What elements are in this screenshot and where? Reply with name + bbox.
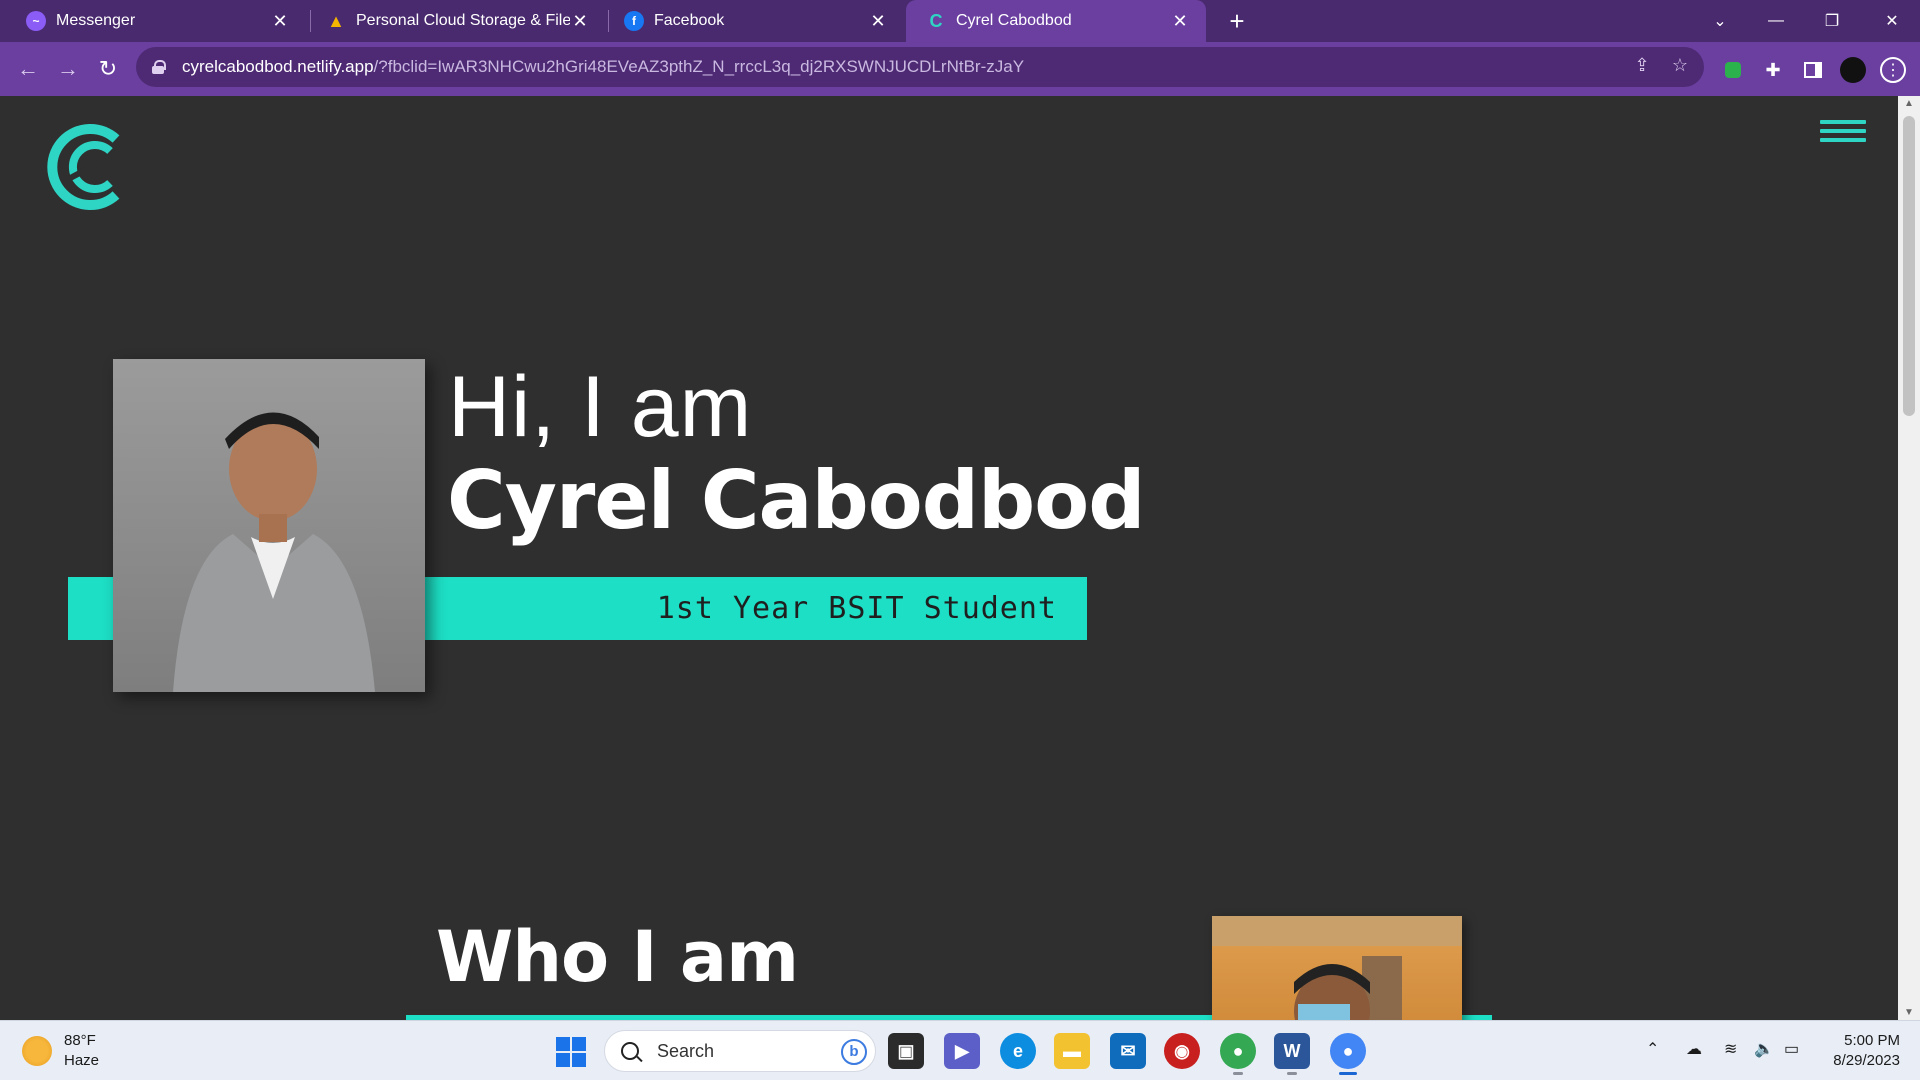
mail-icon[interactable]: ✉ [1110, 1033, 1146, 1069]
extensions-puzzle-icon[interactable]: ✚ [1760, 57, 1786, 83]
file-explorer-icon[interactable]: ▬ [1054, 1033, 1090, 1069]
tab-title: Facebook [654, 12, 725, 29]
task-view-icon[interactable]: ▣ [888, 1033, 924, 1069]
extension-shield-icon[interactable] [1720, 57, 1746, 83]
tab-facebook[interactable]: f Facebook ✕ [598, 0, 904, 42]
show-hidden-icons-chevron[interactable]: ⌃ [1646, 1039, 1659, 1059]
scrollbar-thumb[interactable] [1903, 116, 1915, 416]
side-panel-icon[interactable] [1800, 57, 1826, 83]
vertical-scrollbar[interactable]: ▲ ▼ [1898, 96, 1920, 1020]
close-tab-icon[interactable]: ✕ [868, 11, 888, 32]
tab-title: Messenger [56, 12, 136, 29]
hamburger-menu-icon[interactable] [1820, 120, 1866, 142]
lock-icon[interactable] [152, 60, 166, 74]
weather-widget[interactable]: 88°F Haze [22, 1031, 99, 1071]
address-bar[interactable]: cyrelcabodbod.netlify.app/?fbclid=IwAR3N… [136, 47, 1704, 87]
clock-time: 5:00 PM [1844, 1032, 1900, 1049]
tab-title: Personal Cloud Storage & File Sh [356, 12, 570, 29]
facebook-icon: f [624, 11, 644, 31]
teams-chat-icon[interactable]: ▶ [944, 1033, 980, 1069]
minimize-icon[interactable]: — [1748, 0, 1804, 42]
more-menu-icon[interactable]: ⋮ [1880, 57, 1906, 83]
site-logo-icon[interactable] [44, 121, 128, 213]
edge-browser-icon[interactable]: e [1000, 1033, 1036, 1069]
search-icon [621, 1042, 639, 1060]
google-drive-icon: ▲ [327, 10, 345, 31]
page-viewport: 1st Year BSIT Student Hi, I am Cyrel Cab… [0, 96, 1898, 1020]
profile-photo [113, 359, 425, 692]
tab-cyrel-cabodbod[interactable]: C Cyrel Cabodbod ✕ [906, 0, 1206, 42]
weather-description: Haze [64, 1052, 100, 1069]
greeting-text: Hi, I am [448, 359, 753, 455]
hero-name: Cyrel Cabodbod [447, 454, 1146, 547]
weather-temperature: 88°F [64, 1032, 96, 1049]
reload-icon[interactable]: ↻ [92, 53, 124, 85]
new-tab-button[interactable]: + [1222, 6, 1252, 37]
bookmark-star-icon[interactable]: ☆ [1668, 55, 1692, 79]
haze-sun-icon [22, 1036, 52, 1066]
close-tab-icon[interactable]: ✕ [270, 11, 290, 32]
tab-google-drive[interactable]: ▲ Personal Cloud Storage & File Sh ✕ [300, 0, 606, 42]
share-icon[interactable]: ⇪ [1630, 55, 1654, 79]
tab-title: Cyrel Cabodbod [956, 12, 1072, 29]
clock-date: 8/29/2023 [1833, 1052, 1900, 1069]
windows-start-icon[interactable] [556, 1037, 586, 1067]
messenger-icon: ~ [26, 11, 46, 31]
volume-icon[interactable]: 🔈 [1754, 1039, 1774, 1059]
restore-icon[interactable]: ❐ [1804, 0, 1860, 42]
bing-icon[interactable]: b [841, 1039, 867, 1065]
onedrive-cloud-icon[interactable]: ☁ [1686, 1039, 1702, 1059]
role-text: 1st Year BSIT Student [656, 591, 1057, 626]
scroll-up-icon[interactable]: ▲ [1898, 98, 1920, 109]
forward-arrow-icon[interactable]: → [52, 53, 84, 85]
site-logo-icon: C [929, 10, 943, 31]
close-window-icon[interactable]: ✕ [1864, 0, 1920, 42]
profile-avatar[interactable] [1840, 57, 1866, 83]
chrome-profile-icon[interactable]: ● [1220, 1033, 1256, 1075]
browser-toolbar: ← → ↻ cyrelcabodbod.netlify.app/?fbclid=… [0, 42, 1920, 96]
about-photo [1212, 916, 1462, 1020]
battery-icon[interactable]: ▭ [1784, 1039, 1799, 1059]
security-app-icon[interactable]: ◉ [1164, 1033, 1200, 1069]
system-clock[interactable]: 5:00 PM 8/29/2023 [1820, 1031, 1900, 1071]
word-icon[interactable]: W [1274, 1033, 1310, 1075]
browser-tab-bar: ~ Messenger ✕ ▲ Personal Cloud Storage &… [0, 0, 1920, 42]
url-text[interactable]: cyrelcabodbod.netlify.app/?fbclid=IwAR3N… [182, 57, 1024, 77]
back-arrow-icon[interactable]: ← [12, 53, 44, 85]
close-tab-icon[interactable]: ✕ [570, 11, 590, 32]
taskbar-search-box[interactable]: Search b [604, 1030, 876, 1072]
tab-search-chevron-icon[interactable]: ⌄ [1692, 0, 1748, 42]
chrome-active-icon[interactable]: ● [1330, 1033, 1366, 1075]
windows-taskbar: 88°F Haze Search b ▣ ▶ e ▬ ✉ ◉ ● W ● ⌃ ☁… [0, 1020, 1920, 1080]
close-tab-icon[interactable]: ✕ [1170, 11, 1190, 32]
wifi-icon[interactable]: ≋ [1724, 1039, 1737, 1059]
search-placeholder: Search [657, 1040, 715, 1061]
section-title-who-i-am: Who I am [436, 916, 799, 998]
scroll-down-icon[interactable]: ▼ [1898, 1007, 1920, 1018]
tab-messenger[interactable]: ~ Messenger ✕ [0, 0, 306, 42]
